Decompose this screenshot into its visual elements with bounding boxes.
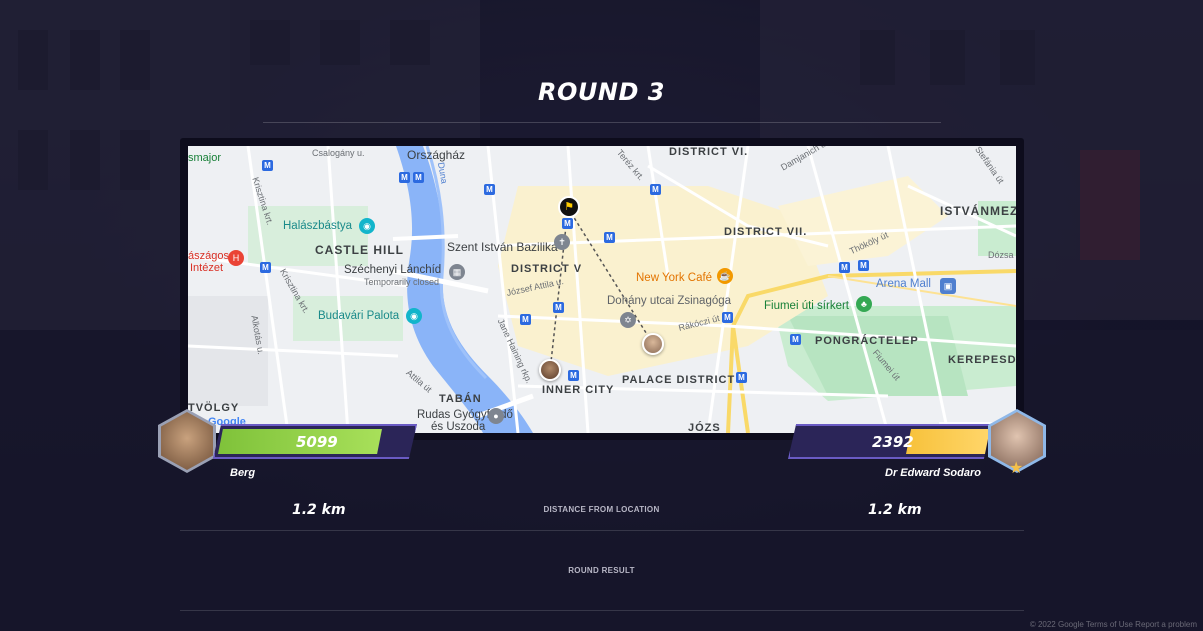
map-label-taban: TABÁN: [439, 393, 482, 405]
player-name-left: Berg: [230, 467, 256, 479]
pin-icon: ●: [488, 408, 504, 424]
metro-icon: M: [858, 260, 869, 271]
park-icon: ♣: [856, 296, 872, 312]
metro-icon: M: [790, 334, 801, 345]
map-label-new-york-cafe: New York Café: [636, 272, 713, 284]
map-label-istvanmezo: ISTVÁNMEZŐ: [940, 204, 1016, 218]
map-label-budavari: Budavári Palota: [318, 310, 400, 322]
metro-icon: M: [604, 232, 615, 243]
camera-icon: ◉: [359, 218, 375, 234]
score-left: 5099: [296, 433, 338, 451]
star-badge-icon: ★: [1009, 458, 1024, 477]
map-label-inner-city: INNER CITY: [542, 384, 615, 396]
metro-icon: M: [650, 184, 661, 195]
map-label-pongracz: PONGRÁCTELEP: [815, 335, 919, 347]
map-label-jozs: JÓZS: [688, 422, 721, 433]
cafe-icon: ☕: [717, 268, 733, 284]
hospital-icon: H: [228, 250, 244, 266]
round-title: ROUND 3: [538, 78, 665, 106]
map-label-kerepesdul: KEREPESDŰL: [948, 354, 1016, 366]
map-label-palace-district: PALACE DISTRICT: [622, 374, 736, 386]
metro-icon: M: [399, 172, 410, 183]
map-label-es-uszoda: és Uszoda: [431, 421, 486, 433]
distance-caption: DISTANCE FROM LOCATION: [543, 505, 660, 514]
map-label-szechenyi: Széchenyi Lánchíd: [344, 264, 442, 276]
metro-icon: M: [722, 312, 733, 323]
result-map[interactable]: DISTRICT VI. DISTRICT VII. DISTRICT V IS…: [188, 146, 1016, 433]
player-name-right: Dr Edward Sodaro: [885, 467, 981, 479]
camera-icon: ◉: [406, 308, 422, 324]
metro-icon: M: [562, 218, 573, 229]
map-label-castle-hill: CASTLE HILL: [315, 243, 404, 257]
church-icon: ✝: [554, 234, 570, 250]
map-label-district-vii: DISTRICT VII.: [724, 226, 808, 238]
map-label-fiumei: Fiumei úti sírkert: [764, 300, 849, 312]
distance-right: 1.2 km: [868, 502, 922, 518]
guess-marker-berg[interactable]: [539, 359, 561, 381]
map-label-district-v: DISTRICT V: [511, 263, 583, 275]
metro-icon: M: [260, 262, 271, 273]
map-label-district-vi: DISTRICT VI.: [669, 146, 749, 158]
round-result-caption: ROUND RESULT: [568, 566, 635, 575]
map-label-smajor: smajor: [188, 152, 222, 164]
divider: [180, 610, 1024, 611]
map-label-szent-istvan: Szent István Bazilika: [447, 240, 558, 254]
metro-icon: M: [568, 370, 579, 381]
map-label-dohany: Dohány utcai Zsinagóga: [607, 295, 732, 307]
map-label-halaszbastya: Halászbástya: [283, 220, 353, 232]
metro-icon: M: [413, 172, 424, 183]
map-label-arena-mall: Arena Mall: [876, 278, 931, 290]
score-right: 2392: [872, 433, 914, 451]
divider: [180, 530, 1024, 531]
map-label-orszaghaz: Országház: [407, 148, 466, 162]
map-label-csalogany: Csalogány u.: [312, 148, 365, 158]
metro-icon: M: [484, 184, 495, 195]
map-label-korhaz-1: ászágos: [188, 250, 229, 262]
map-label-temporarily-closed: Temporarily closed: [364, 277, 440, 287]
metro-icon: M: [736, 372, 747, 383]
map-label-dozsa: Dózsa: [988, 250, 1014, 260]
target-flag-icon: ⚑: [558, 196, 580, 218]
guess-marker-sodaro[interactable]: [642, 333, 664, 355]
map-label-korhaz-2: Intézet: [190, 262, 224, 274]
score-bar-right: [906, 429, 990, 454]
shopping-icon: ▣: [940, 278, 956, 294]
metro-icon: M: [262, 160, 273, 171]
synagogue-icon: ✡: [620, 312, 636, 328]
footer-links[interactable]: © 2022 Google Terms of Use Report a prob…: [1030, 620, 1197, 629]
avatar-berg: [158, 409, 216, 473]
landmark-icon: ▦: [449, 264, 465, 280]
metro-icon: M: [553, 302, 564, 313]
metro-icon: M: [839, 262, 850, 273]
metro-icon: M: [520, 314, 531, 325]
title-divider: [263, 122, 941, 123]
